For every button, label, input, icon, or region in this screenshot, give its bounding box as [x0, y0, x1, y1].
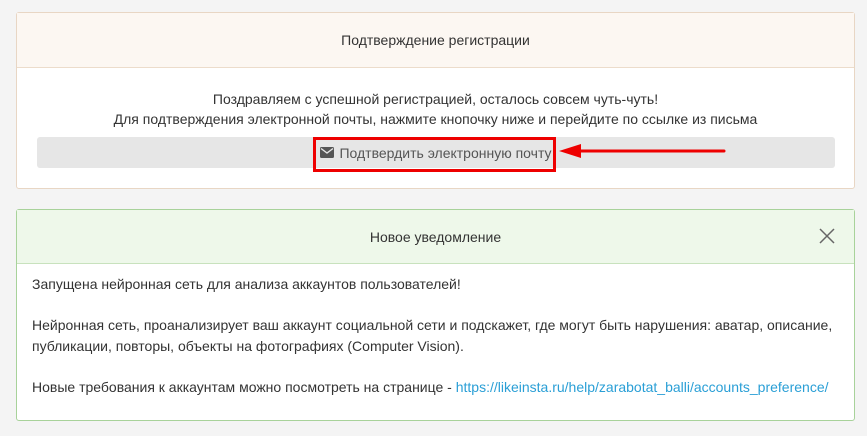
accounts-preference-link[interactable]: https://likeinsta.ru/help/zarabotat_ball… [456, 379, 829, 395]
congrats-text: Поздравляем с успешной регистрацией, ост… [212, 91, 659, 107]
notification-paragraph-1: Запущена нейронная сеть для анализа акка… [32, 276, 461, 292]
confirm-registration-panel: Подтверждение регистрации Поздравляем с … [16, 12, 855, 189]
instruction-text: Для подтверждения электронной почты, наж… [113, 111, 758, 127]
notification-body: Запущена нейронная сеть для анализа акка… [17, 264, 854, 398]
confirm-email-button-label: Подтвердить электронную почту [339, 144, 552, 161]
envelope-icon [320, 147, 335, 158]
confirm-panel-header: Подтверждение регистрации [17, 13, 854, 68]
notification-title: Новое уведомление [369, 228, 502, 245]
notification-panel-header: Новое уведомление [17, 210, 854, 264]
notification-paragraph-2: Нейронная сеть, проанализирует ваш аккау… [32, 317, 833, 354]
confirm-panel-body: Поздравляем с успешной регистрацией, ост… [17, 68, 854, 129]
requirements-text: Новые требования к аккаунтам можно посмо… [32, 379, 456, 395]
new-notification-panel: Новое уведомление Запущена нейронная сет… [16, 209, 855, 421]
close-icon[interactable] [818, 227, 836, 245]
confirm-panel-title: Подтверждение регистрации [341, 32, 530, 48]
notification-paragraph-3: Новые требования к аккаунтам можно посмо… [32, 377, 839, 398]
confirm-email-button[interactable]: Подтвердить электронную почту [37, 137, 835, 168]
